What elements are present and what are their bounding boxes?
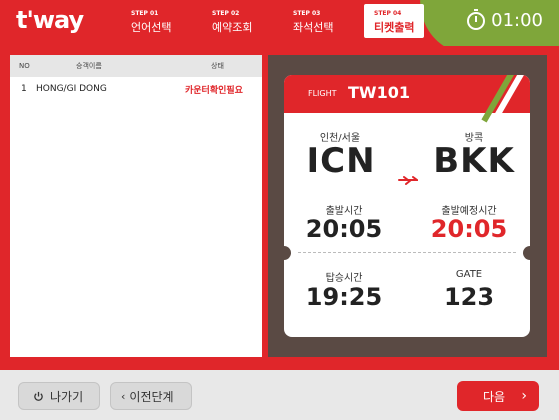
departure-time: 20:05	[305, 215, 383, 243]
chevron-left-icon: ‹	[121, 389, 126, 403]
flight-number: TW101	[348, 83, 410, 102]
step-number: STEP 04	[374, 10, 402, 17]
origin-code: ICN	[306, 141, 376, 181]
column-status: 상태	[211, 62, 224, 70]
step-label: 티켓출력	[374, 21, 415, 34]
boarding-time-label: 탑승시간	[325, 273, 363, 284]
step-label: 예약조회	[212, 21, 253, 34]
ticket-divider	[298, 252, 516, 253]
gate-number: 123	[443, 283, 495, 311]
step-language: STEP 01 언어선택	[131, 10, 171, 35]
exit-label: 나가기	[50, 389, 84, 404]
exit-button[interactable]: 나가기	[18, 382, 100, 410]
table-row[interactable]: 1 HONG/GI DONG 카운터확인필요	[10, 77, 262, 101]
logo: t'way	[16, 6, 84, 34]
step-reservation: STEP 02 예약조회	[212, 10, 252, 35]
step-label: 언어선택	[131, 21, 172, 34]
header: t'way STEP 01 언어선택 STEP 02 예약조회 STEP 03 …	[0, 0, 559, 46]
passenger-list-panel: NO 승객이름 상태 1 HONG/GI DONG 카운터확인필요	[10, 55, 262, 357]
passenger-name: HONG/GI DONG	[36, 84, 107, 94]
next-label: 다음	[483, 389, 506, 404]
airplane-icon	[398, 176, 418, 185]
ticket-header: FLIGHT TW101	[284, 75, 530, 123]
step-label: 좌석선택	[293, 21, 334, 34]
boarding-pass: FLIGHT TW101 인천/서울 ICN 방콕 BKK 출발시간 20:05…	[284, 75, 530, 337]
column-no: NO	[19, 62, 30, 70]
back-button[interactable]: ‹ 이전단계	[110, 382, 192, 410]
ticket-notch-right	[523, 246, 530, 260]
next-button[interactable]: 다음 ›	[457, 381, 539, 411]
step-number: STEP 02	[212, 10, 240, 17]
step-seat: STEP 03 좌석선택	[293, 10, 333, 35]
step-ticket-active: STEP 04 티켓출력	[364, 4, 425, 38]
flight-label: FLIGHT	[308, 89, 337, 98]
ticket-notch-left	[284, 246, 291, 260]
timer: 01:00	[467, 8, 543, 31]
destination-code: BKK	[433, 141, 515, 181]
power-icon	[34, 391, 43, 401]
passenger-status: 카운터확인필요	[185, 85, 243, 96]
back-label: 이전단계	[129, 389, 174, 404]
step-number: STEP 01	[131, 10, 159, 17]
boarding-time: 19:25	[305, 283, 383, 311]
stopwatch-icon	[467, 8, 486, 30]
gate-label: GATE	[455, 269, 483, 280]
passenger-table-header: NO 승객이름 상태	[10, 55, 262, 77]
column-name: 승객이름	[76, 62, 102, 70]
footer: 나가기 ‹ 이전단계 다음 ›	[0, 370, 559, 420]
step-number: STEP 03	[293, 10, 321, 17]
passenger-no: 1	[21, 84, 27, 94]
est-departure-time: 20:05	[430, 215, 508, 243]
chevron-right-icon: ›	[521, 388, 527, 404]
ticket-panel: FLIGHT TW101 인천/서울 ICN 방콕 BKK 출발시간 20:05…	[268, 55, 547, 357]
timer-value: 01:00	[491, 10, 543, 31]
